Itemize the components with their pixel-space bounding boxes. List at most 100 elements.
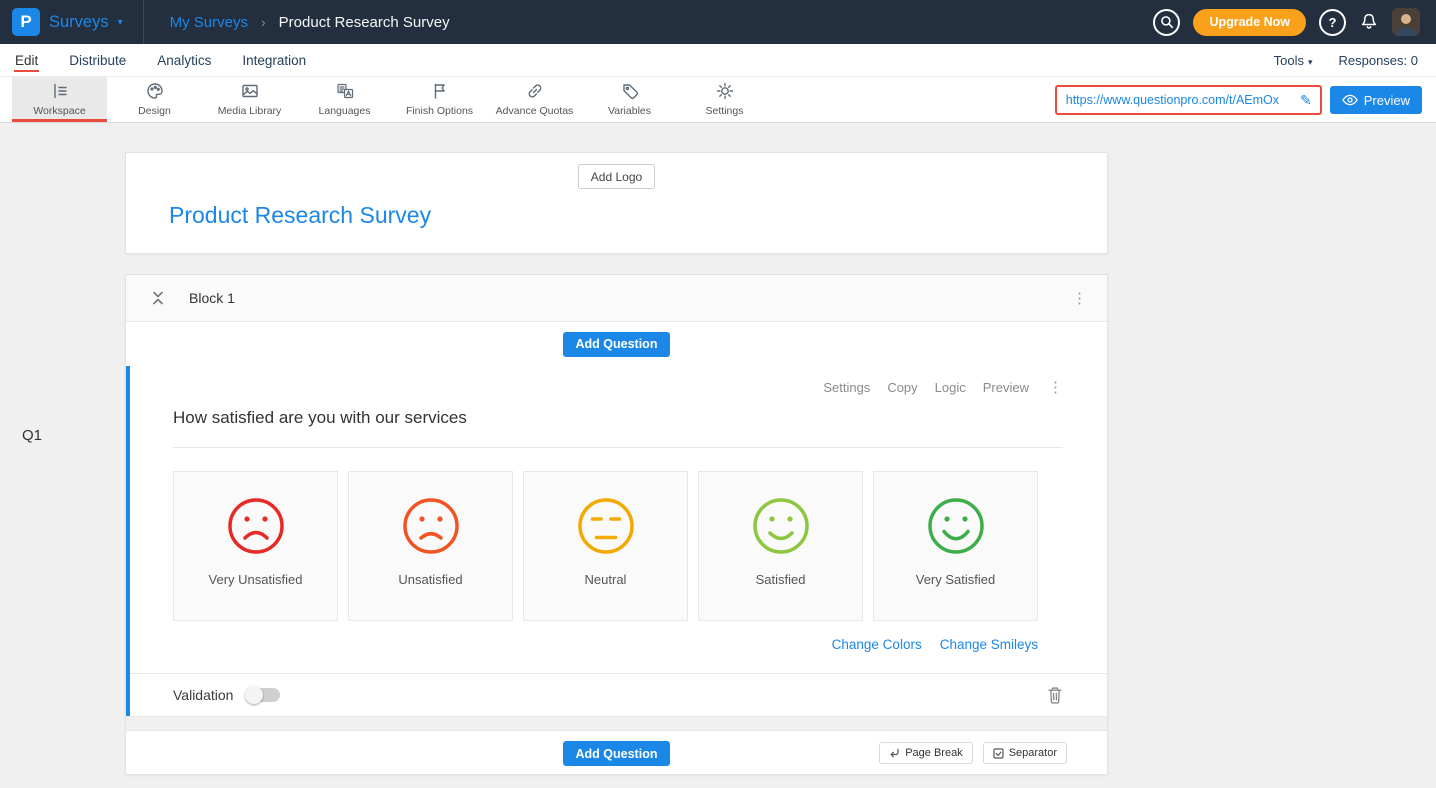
upgrade-now-button[interactable]: Upgrade Now	[1193, 9, 1306, 36]
tools-caret-icon: ▾	[1308, 57, 1313, 67]
question-card-q1: Settings Copy Logic Preview ⋮ How satisf…	[126, 366, 1107, 716]
tab-distribute[interactable]: Distribute	[68, 45, 127, 76]
question-menu-dots-icon[interactable]: ⋮	[1048, 380, 1063, 395]
smiley-option-unsatisfied[interactable]: Unsatisfied	[348, 471, 513, 621]
topbar-actions: Upgrade Now ?	[1153, 8, 1420, 36]
neutral-smiley-icon	[577, 497, 635, 555]
user-avatar[interactable]	[1392, 8, 1420, 36]
collapse-icon	[150, 290, 166, 306]
flag-icon	[430, 81, 450, 101]
delete-question-button[interactable]	[1047, 686, 1063, 704]
product-caret-icon[interactable]: ▾	[118, 17, 123, 28]
block-card: Block 1 ⋮ Add Question Settings Copy Log…	[125, 274, 1108, 775]
breadcrumb: My Surveys › Product Research Survey	[170, 14, 450, 31]
block-title[interactable]: Block 1	[189, 290, 235, 306]
top-bar: P Surveys ▾ My Surveys › Product Researc…	[0, 0, 1436, 44]
toolbar-item-finish-options[interactable]: Finish Options	[392, 77, 487, 122]
option-label: Very Satisfied	[916, 572, 996, 587]
eye-icon	[1342, 94, 1358, 106]
add-logo-button[interactable]: Add Logo	[578, 164, 655, 189]
palette-icon	[145, 81, 165, 101]
tab-analytics[interactable]: Analytics	[156, 45, 212, 76]
search-icon	[1160, 15, 1174, 29]
question-settings-link[interactable]: Settings	[823, 380, 870, 395]
notifications-button[interactable]	[1359, 12, 1379, 32]
bell-icon	[1359, 12, 1379, 32]
edit-url-pencil-icon[interactable]: ✎	[1300, 92, 1312, 109]
smiley-option-very-satisfied[interactable]: Very Satisfied	[873, 471, 1038, 621]
section-gap	[126, 716, 1107, 730]
option-label: Very Unsatisfied	[209, 572, 303, 587]
responses-count[interactable]: Responses: 0	[1339, 53, 1419, 68]
preview-button[interactable]: Preview	[1330, 86, 1422, 114]
tools-menu[interactable]: Tools▾	[1274, 53, 1313, 68]
brand: P Surveys ▾	[12, 0, 144, 44]
page-break-icon	[889, 748, 900, 759]
smiley-option-neutral[interactable]: Neutral	[523, 471, 688, 621]
share-url-input[interactable]	[1066, 93, 1294, 107]
collapse-block-button[interactable]	[150, 290, 166, 306]
survey-title[interactable]: Product Research Survey	[169, 202, 1107, 229]
tab-edit[interactable]: Edit	[14, 45, 39, 76]
toolbar-item-advance-quotas[interactable]: Advance Quotas	[487, 77, 582, 122]
survey-editor-canvas: Add Logo Product Research Survey Block 1…	[125, 152, 1108, 775]
toolbar-label: Design	[138, 105, 171, 117]
question-index-label: Q1	[22, 427, 42, 444]
help-icon: ?	[1329, 15, 1337, 30]
option-label: Satisfied	[756, 572, 806, 587]
very-satisfied-smiley-icon	[927, 497, 985, 555]
very-unsatisfied-smiley-icon	[227, 497, 285, 555]
toolbar-right: ✎ Preview	[1055, 77, 1422, 123]
breadcrumb-my-surveys[interactable]: My Surveys	[170, 14, 248, 31]
help-button[interactable]: ?	[1319, 9, 1346, 36]
question-copy-link[interactable]: Copy	[887, 380, 917, 395]
question-logic-link[interactable]: Logic	[935, 380, 966, 395]
toolbar-label: Variables	[608, 105, 651, 117]
languages-icon	[335, 81, 355, 101]
validation-toggle[interactable]	[246, 688, 280, 702]
block-menu-dots-icon[interactable]: ⋮	[1072, 291, 1087, 306]
validation-label: Validation	[173, 687, 233, 703]
toolbar-item-design[interactable]: Design	[107, 77, 202, 122]
add-question-row-top: Add Question	[126, 322, 1107, 366]
option-label: Neutral	[585, 572, 627, 587]
toolbar-item-media-library[interactable]: Media Library	[202, 77, 297, 122]
toolbar-item-settings[interactable]: Settings	[677, 77, 772, 122]
nav-right: Tools▾ Responses: 0	[1274, 53, 1418, 68]
breadcrumb-current: Product Research Survey	[279, 14, 450, 31]
block-footer: Add Question Page Break Separator	[126, 730, 1107, 774]
validation-row: Validation	[130, 673, 1107, 716]
workspace-icon	[50, 81, 70, 101]
questionpro-logo: P	[12, 8, 40, 36]
change-colors-link[interactable]: Change Colors	[832, 637, 922, 652]
tab-integration[interactable]: Integration	[241, 45, 307, 76]
page-break-button[interactable]: Page Break	[879, 742, 972, 764]
product-switcher[interactable]: Surveys	[49, 13, 109, 32]
separator-checkbox-icon	[993, 748, 1004, 759]
question-preview-link[interactable]: Preview	[983, 380, 1029, 395]
toolbar-label: Settings	[706, 105, 744, 117]
add-question-button-bottom[interactable]: Add Question	[563, 741, 671, 766]
toolbar-label: Media Library	[218, 105, 282, 117]
toolbar-item-workspace[interactable]: Workspace	[12, 77, 107, 122]
breadcrumb-separator: ›	[261, 14, 266, 30]
smiley-option-satisfied[interactable]: Satisfied	[698, 471, 863, 621]
smiley-option-very-unsatisfied[interactable]: Very Unsatisfied	[173, 471, 338, 621]
separator-button[interactable]: Separator	[983, 742, 1067, 764]
toggle-knob	[245, 686, 263, 704]
nav-bar: Edit Distribute Analytics Integration To…	[0, 44, 1436, 77]
block-header: Block 1 ⋮	[126, 275, 1107, 322]
toolbar-item-variables[interactable]: Variables	[582, 77, 677, 122]
toolbar-item-languages[interactable]: Languages	[297, 77, 392, 122]
toolbar-label: Advance Quotas	[496, 105, 574, 117]
question-menu: Settings Copy Logic Preview ⋮	[173, 380, 1063, 395]
question-title[interactable]: How satisfied are you with our services	[173, 408, 1063, 448]
trash-icon	[1047, 686, 1063, 704]
edit-toolbar: Workspace Design Media Library Languages…	[0, 77, 1436, 123]
smiley-options: Very Unsatisfied Unsatisfied	[173, 471, 1038, 621]
add-question-button-top[interactable]: Add Question	[563, 332, 671, 357]
change-smileys-link[interactable]: Change Smileys	[940, 637, 1038, 652]
satisfied-smiley-icon	[752, 497, 810, 555]
footer-chips: Page Break Separator	[879, 742, 1067, 764]
search-button[interactable]	[1153, 9, 1180, 36]
